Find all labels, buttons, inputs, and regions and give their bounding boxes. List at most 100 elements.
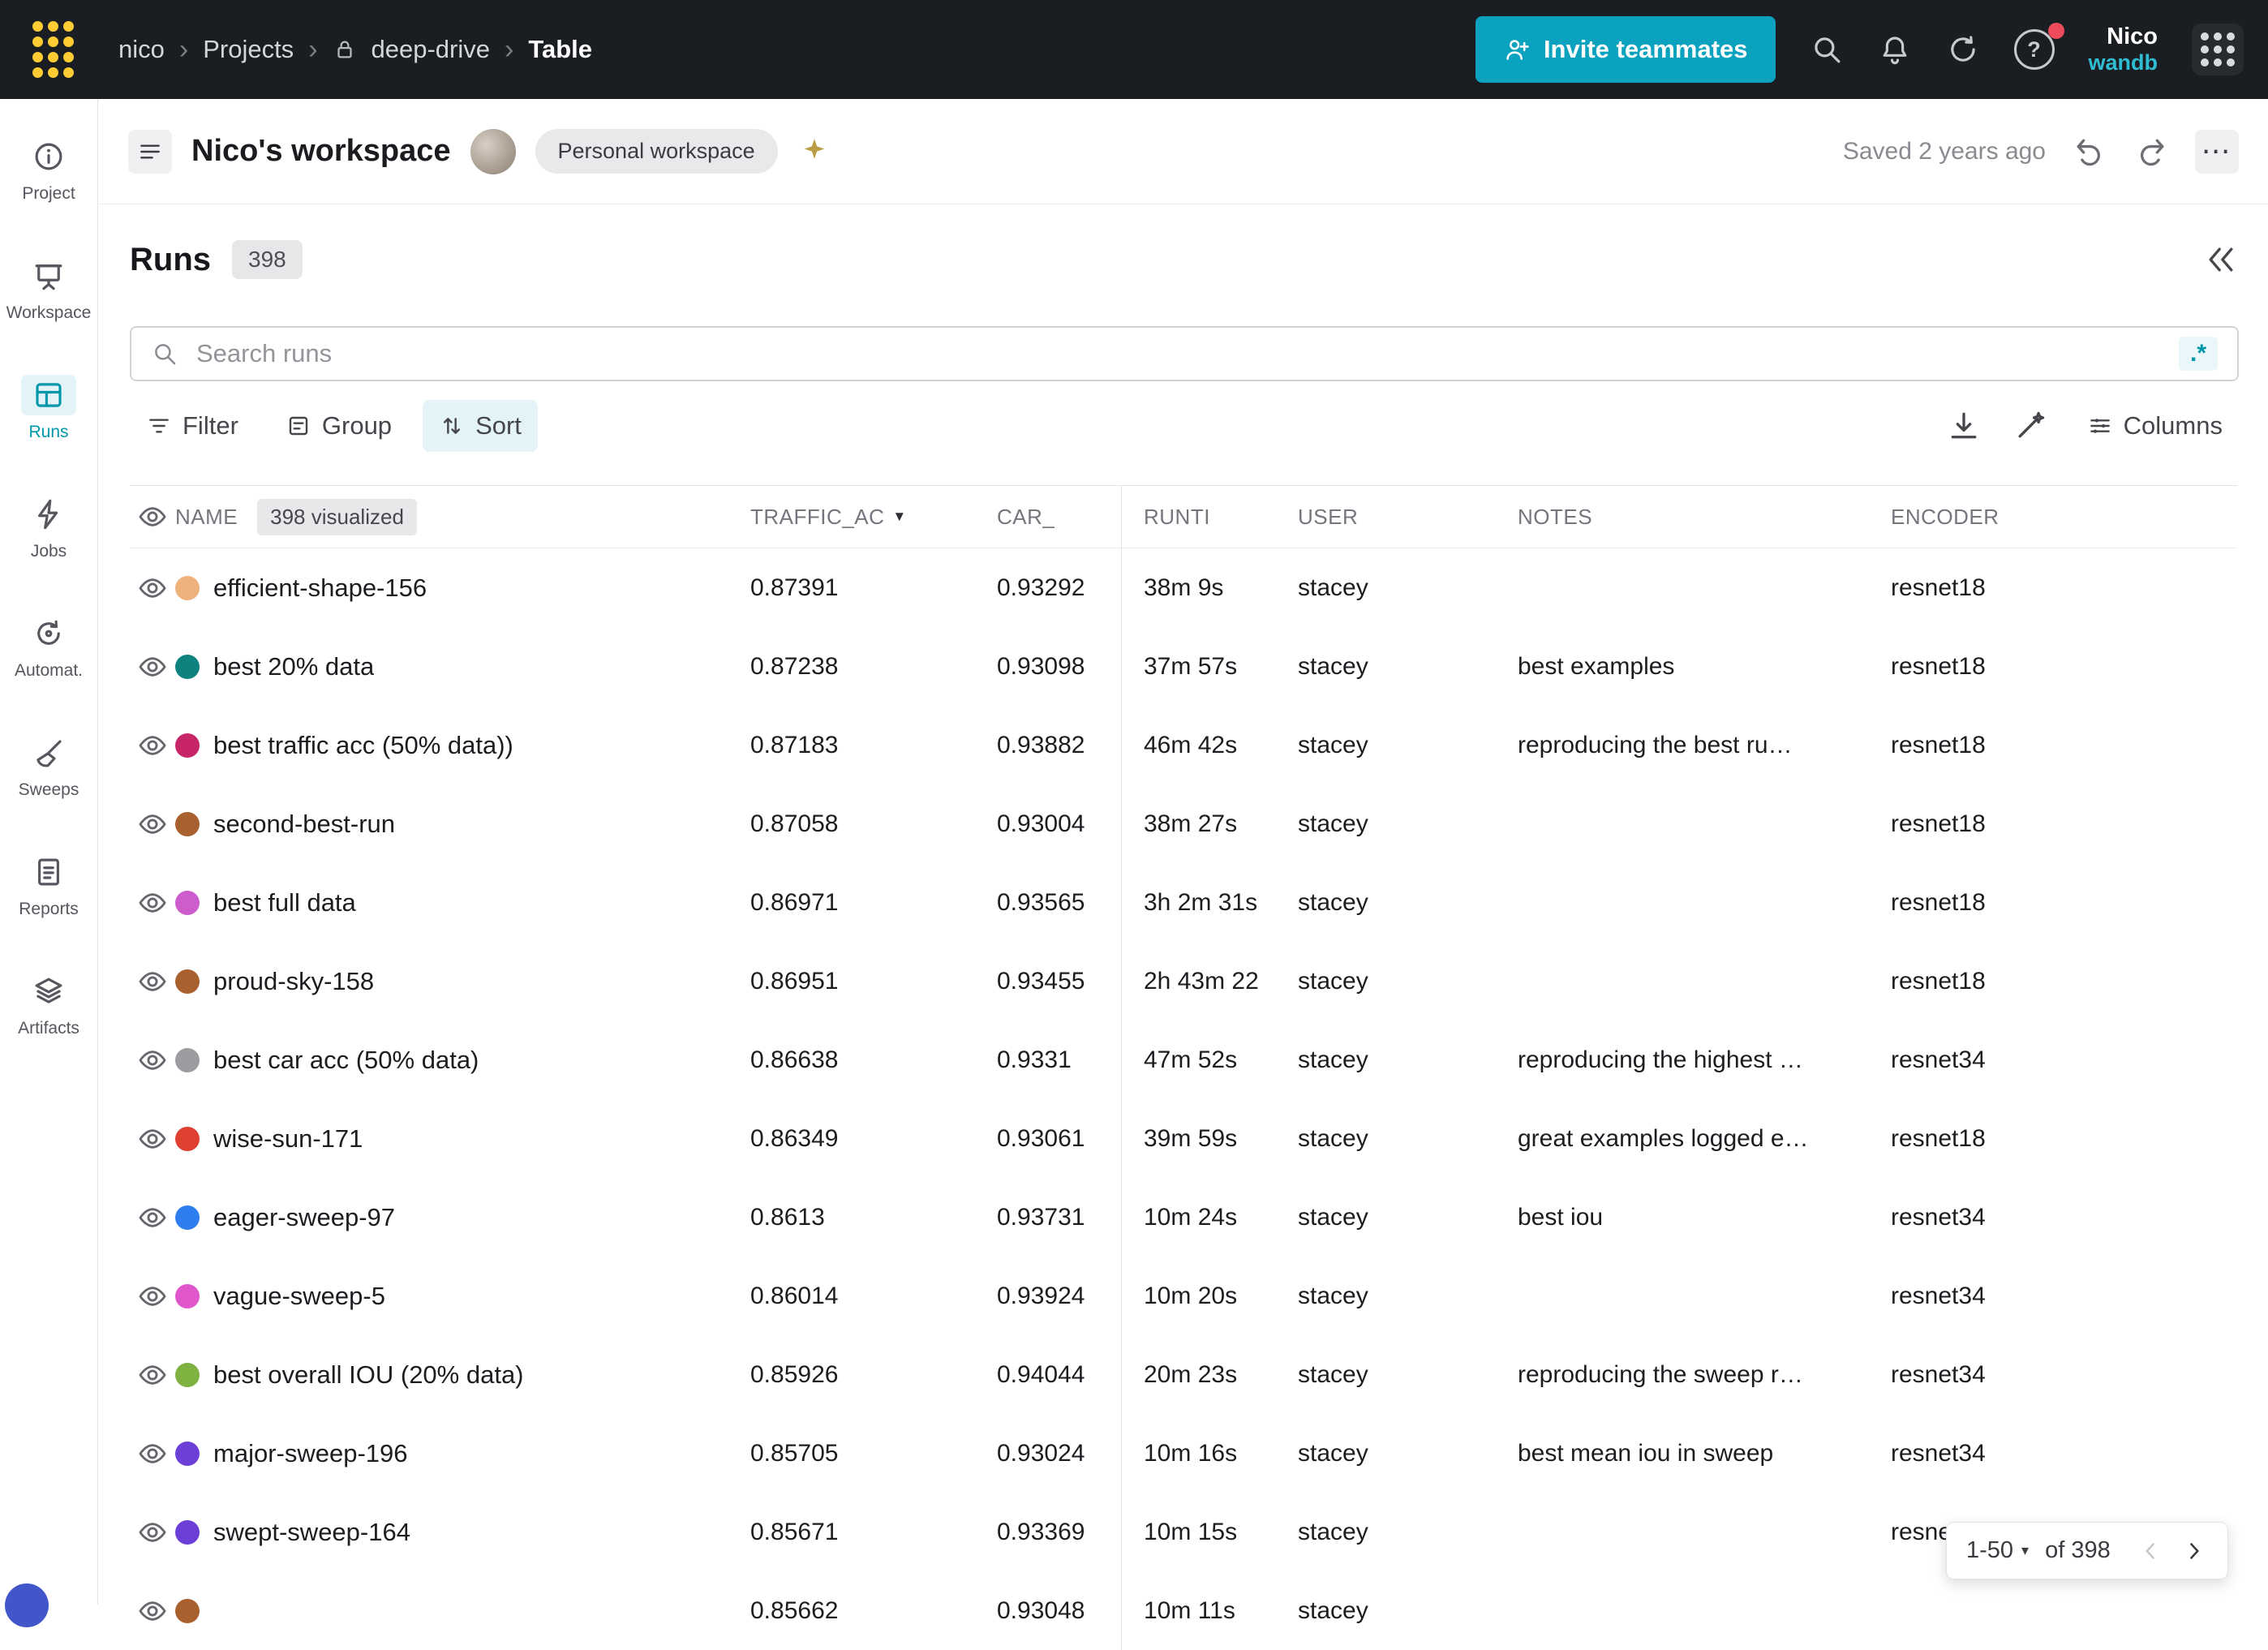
column-header-traffic-acc[interactable]: TRAFFIC_AC ▼ bbox=[750, 486, 997, 548]
workspace-menu-button[interactable] bbox=[128, 130, 172, 174]
wandb-logo-icon[interactable] bbox=[32, 21, 75, 79]
column-header-user[interactable]: USER bbox=[1298, 486, 1518, 548]
table-row[interactable]: 0.85662 0.93048 10m 11s stacey bbox=[130, 1571, 2237, 1650]
avatar[interactable] bbox=[2192, 24, 2244, 75]
run-name-link[interactable]: proud-sky-158 bbox=[213, 967, 374, 996]
table-row[interactable]: major-sweep-196 0.85705 0.93024 10m 16s … bbox=[130, 1414, 2237, 1493]
visibility-eye-icon[interactable] bbox=[137, 1281, 168, 1312]
table-row[interactable]: swept-sweep-164 0.85671 0.93369 10m 15s … bbox=[130, 1493, 2237, 1571]
notes-value[interactable] bbox=[1518, 784, 1891, 863]
invite-teammates-button[interactable]: Invite teammates bbox=[1475, 16, 1776, 83]
breadcrumb-entity[interactable]: nico bbox=[118, 35, 165, 64]
visibility-eye-icon[interactable] bbox=[137, 966, 168, 997]
run-name-link[interactable]: best overall IOU (20% data) bbox=[213, 1360, 524, 1390]
table-row[interactable]: vague-sweep-5 0.86014 0.93924 10m 20s st… bbox=[130, 1257, 2237, 1335]
user-menu[interactable]: Nico wandb bbox=[2089, 24, 2158, 75]
visibility-eye-icon[interactable] bbox=[137, 1124, 168, 1154]
notes-value[interactable] bbox=[1518, 863, 1891, 942]
sparkle-icon[interactable] bbox=[797, 135, 831, 169]
notes-value[interactable] bbox=[1518, 1493, 1891, 1571]
columns-button[interactable]: Columns bbox=[2071, 400, 2239, 452]
sort-button[interactable]: Sort bbox=[423, 400, 538, 452]
table-row[interactable]: proud-sky-158 0.86951 0.93455 2h 43m 22 … bbox=[130, 942, 2237, 1021]
visibility-eye-icon[interactable] bbox=[137, 1360, 168, 1390]
visibility-eye-icon[interactable] bbox=[137, 809, 168, 840]
visibility-eye-icon[interactable] bbox=[137, 651, 168, 682]
visibility-eye-icon[interactable] bbox=[137, 1517, 168, 1548]
bell-icon[interactable] bbox=[1878, 32, 1912, 67]
run-name-link[interactable]: best car acc (50% data) bbox=[213, 1046, 479, 1075]
run-name-link[interactable]: swept-sweep-164 bbox=[213, 1518, 410, 1547]
run-name-link[interactable]: second-best-run bbox=[213, 810, 395, 839]
run-name-link[interactable]: best full data bbox=[213, 888, 356, 917]
visibility-eye-icon[interactable] bbox=[137, 1438, 168, 1469]
visibility-eye-icon[interactable] bbox=[137, 887, 168, 918]
collapse-panel-icon[interactable] bbox=[2203, 242, 2239, 277]
visibility-eye-icon[interactable] bbox=[137, 1045, 168, 1076]
column-header-car-acc[interactable]: CAR_ bbox=[997, 486, 1121, 548]
table-row[interactable]: best 20% data 0.87238 0.93098 37m 57s st… bbox=[130, 627, 2237, 706]
regex-toggle[interactable]: .* bbox=[2179, 337, 2218, 371]
breadcrumb-page[interactable]: Table bbox=[528, 35, 592, 64]
notes-value[interactable]: great examples logged e… bbox=[1518, 1099, 1891, 1178]
notes-value[interactable] bbox=[1518, 1571, 1891, 1650]
workspace-avatar[interactable] bbox=[470, 129, 516, 174]
run-name-link[interactable]: eager-sweep-97 bbox=[213, 1203, 395, 1232]
visibility-all-eye-icon[interactable] bbox=[137, 501, 168, 532]
run-name-link[interactable]: wise-sun-171 bbox=[213, 1124, 363, 1154]
notes-value[interactable]: best examples bbox=[1518, 627, 1891, 706]
sidebar-item-artifacts[interactable]: Artifacts bbox=[0, 945, 97, 1064]
page-size-dropdown[interactable]: 1-50 ▾ bbox=[1966, 1537, 2029, 1564]
prev-page-icon[interactable] bbox=[2137, 1537, 2164, 1565]
sidebar-item-reports[interactable]: Reports bbox=[0, 826, 97, 945]
table-row[interactable]: efficient-shape-156 0.87391 0.93292 38m … bbox=[130, 548, 2237, 627]
notes-value[interactable]: reproducing the best ru… bbox=[1518, 706, 1891, 784]
table-row[interactable]: second-best-run 0.87058 0.93004 38m 27s … bbox=[130, 784, 2237, 863]
notes-value[interactable]: best iou bbox=[1518, 1178, 1891, 1257]
visibility-eye-icon[interactable] bbox=[137, 1596, 168, 1626]
sidebar-item-project[interactable]: Project bbox=[0, 110, 97, 230]
run-name-link[interactable]: best traffic acc (50% data)) bbox=[213, 731, 513, 760]
column-header-encoder[interactable]: ENCODER bbox=[1891, 486, 2237, 548]
notes-value[interactable] bbox=[1518, 1257, 1891, 1335]
refresh-icon[interactable] bbox=[1946, 32, 1980, 67]
download-icon[interactable] bbox=[1946, 408, 1982, 444]
column-header-name[interactable]: NAME 398 visualized bbox=[175, 486, 750, 548]
visibility-eye-icon[interactable] bbox=[137, 730, 168, 761]
run-name-link[interactable]: best 20% data bbox=[213, 652, 374, 681]
wand-icon[interactable] bbox=[2012, 408, 2048, 444]
notes-value[interactable] bbox=[1518, 548, 1891, 627]
breadcrumb-project[interactable]: deep-drive bbox=[372, 35, 490, 64]
search-icon[interactable] bbox=[1810, 32, 1844, 67]
search-runs-input[interactable] bbox=[195, 338, 2163, 369]
breadcrumb-projects[interactable]: Projects bbox=[203, 35, 294, 64]
table-row[interactable]: best traffic acc (50% data)) 0.87183 0.9… bbox=[130, 706, 2237, 784]
visibility-eye-icon[interactable] bbox=[137, 1202, 168, 1233]
table-row[interactable]: best overall IOU (20% data) 0.85926 0.94… bbox=[130, 1335, 2237, 1414]
help-button[interactable]: ? bbox=[2014, 29, 2055, 70]
table-row[interactable]: wise-sun-171 0.86349 0.93061 39m 59s sta… bbox=[130, 1099, 2237, 1178]
run-name-link[interactable]: major-sweep-196 bbox=[213, 1439, 408, 1468]
table-row[interactable]: best full data 0.86971 0.93565 3h 2m 31s… bbox=[130, 863, 2237, 942]
notes-value[interactable]: reproducing the highest … bbox=[1518, 1021, 1891, 1099]
notes-value[interactable]: reproducing the sweep r… bbox=[1518, 1335, 1891, 1414]
more-options-button[interactable]: ⋯ bbox=[2195, 130, 2239, 174]
chat-bubble[interactable] bbox=[5, 1583, 49, 1627]
personal-workspace-badge[interactable]: Personal workspace bbox=[535, 129, 778, 174]
group-button[interactable]: Group bbox=[269, 400, 408, 452]
visibility-eye-icon[interactable] bbox=[137, 573, 168, 604]
undo-icon[interactable] bbox=[2072, 134, 2107, 170]
column-header-runtime[interactable]: RUNTI bbox=[1121, 486, 1298, 548]
next-page-icon[interactable] bbox=[2180, 1537, 2208, 1565]
sidebar-item-jobs[interactable]: Jobs bbox=[0, 468, 97, 587]
sidebar-item-automations[interactable]: Automat. bbox=[0, 587, 97, 707]
table-row[interactable]: eager-sweep-97 0.8613 0.93731 10m 24s st… bbox=[130, 1178, 2237, 1257]
notes-value[interactable] bbox=[1518, 942, 1891, 1021]
sidebar-item-sweeps[interactable]: Sweeps bbox=[0, 707, 97, 826]
run-name-link[interactable]: vague-sweep-5 bbox=[213, 1282, 385, 1311]
column-header-notes[interactable]: NOTES bbox=[1518, 486, 1891, 548]
filter-button[interactable]: Filter bbox=[130, 400, 255, 452]
sidebar-item-workspace[interactable]: Workspace bbox=[0, 230, 97, 349]
sidebar-item-runs[interactable]: Runs bbox=[0, 349, 97, 468]
run-name-link[interactable]: efficient-shape-156 bbox=[213, 574, 427, 603]
